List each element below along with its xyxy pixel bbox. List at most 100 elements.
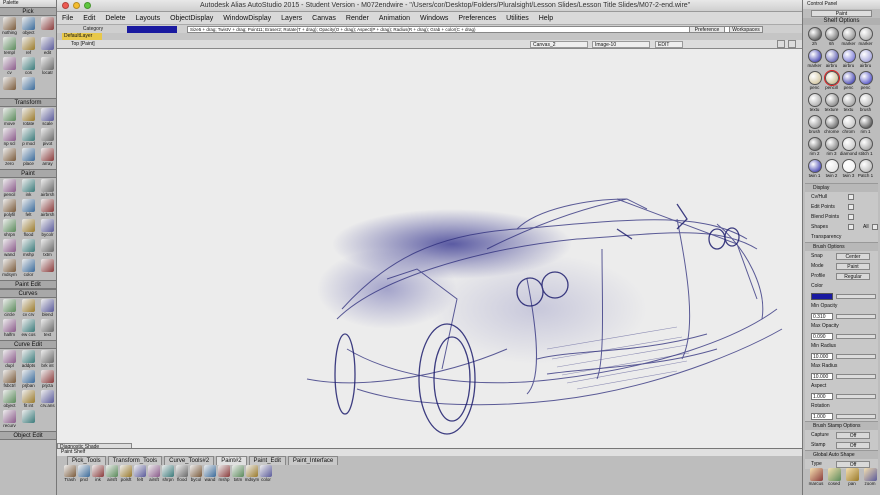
shelf-tool[interactable]: flood [175,465,189,482]
brush-preset[interactable]: rim 1 [857,115,874,137]
palette-tool[interactable]: polyfil [0,199,19,219]
menu-layouts[interactable]: Layouts [131,15,166,22]
brush-preset[interactable]: textu [840,93,857,115]
view-tool[interactable]: marcus [808,468,824,495]
brush-preset[interactable]: Patch 1 [857,159,874,181]
palette-tool[interactable]: ink [19,179,38,199]
menu-delete[interactable]: Delete [100,15,130,22]
shelf-tool[interactable]: airsft [105,465,119,482]
palette-tool[interactable] [0,77,19,97]
snap-select[interactable]: Center [836,252,870,260]
palette-tool[interactable]: ew cos [19,319,38,339]
shelf-tool[interactable]: txtm [231,465,245,482]
display-checkbox[interactable] [848,224,854,230]
menu-file[interactable]: File [57,15,78,22]
palette-tool[interactable] [19,410,38,430]
brush-preset[interactable]: penc [857,71,874,93]
shelf-tool[interactable]: airsft [147,465,161,482]
brush-preset[interactable]: 6h [823,27,840,49]
palette-tool[interactable]: color [19,259,38,279]
type-select[interactable]: Off [836,460,870,468]
brush-options-header[interactable]: Brush Options [805,243,878,251]
shelf-tool[interactable]: Trash [63,465,77,482]
menu-preferences[interactable]: Preferences [453,15,501,22]
color-swatch[interactable] [811,292,833,300]
brush-preset[interactable]: 2h [806,27,823,49]
palette-section-1[interactable]: Transform [0,98,56,107]
palette-tool[interactable]: cos [19,57,38,77]
shelf-tab[interactable]: Paint#2 [216,456,247,465]
shelf-tool[interactable]: pncl [77,465,91,482]
brush-preset[interactable]: rim 3 [823,137,840,159]
shelf-tab[interactable]: Paint_Edit [248,456,286,465]
palette-tool[interactable] [19,77,38,97]
palette-tool[interactable]: templ [0,37,19,57]
shelf-tab[interactable]: Pick_Tools [67,456,106,465]
brush-preset[interactable]: twin 1 [806,159,823,181]
brush-preset[interactable]: pencill [823,70,840,93]
palette-tool[interactable]: np scl [0,128,19,148]
palette-tool[interactable]: halfm [0,319,19,339]
palette-section-4[interactable]: Curves [0,289,56,298]
palette-tool[interactable]: recurv [0,410,19,430]
brush-preset[interactable]: airbru [823,49,840,71]
rotation-slider[interactable] [836,413,876,419]
view-tool[interactable]: cosed [826,468,842,495]
preference-sets-button[interactable]: Preference Sets [689,26,725,39]
brush-preset[interactable]: airbru [840,49,857,71]
palette-tool[interactable]: move [0,108,19,128]
menu-windows[interactable]: Windows [415,15,453,22]
global-shape-header[interactable]: Global Auto Shape [805,451,878,459]
display-header[interactable]: Display [805,184,878,192]
palette-tool[interactable]: brk int [38,350,57,370]
shelf-tool[interactable]: shrpn [161,465,175,482]
view-minimize-icon[interactable] [777,40,785,48]
brush-preset[interactable]: rim 2 [806,137,823,159]
canvas-name[interactable]: Canvas_2 [530,41,588,48]
shelf-tool[interactable]: mdsym [245,465,259,482]
category-select[interactable] [127,26,177,33]
stamp-select[interactable]: Off [836,441,870,449]
transparency-row[interactable]: Transparency [805,232,878,242]
shelf-tool[interactable]: felt [133,465,147,482]
shelf-tool[interactable]: mshp [217,465,231,482]
aspect-slider[interactable] [836,393,876,399]
max-opacity-slider[interactable] [836,333,876,339]
palette-tool[interactable]: mshp [19,239,38,259]
palette-section-5[interactable]: Curve Edit [0,340,56,349]
view-tool[interactable]: pan [844,468,860,495]
min-radius-slider[interactable] [836,353,876,359]
palette-tool[interactable]: object [19,17,38,37]
palette-tool[interactable]: circle [0,299,19,319]
view-tool[interactable]: zoom [862,468,878,495]
palette-tool[interactable]: pencil [0,179,19,199]
palette-tool[interactable]: prjban [19,370,38,390]
palette-tool[interactable]: object [0,390,19,410]
brush-preset[interactable]: twin 2 [823,159,840,181]
close-icon[interactable] [62,2,69,9]
palette-tool[interactable]: blend [38,299,57,319]
brush-preset[interactable]: penc [840,71,857,93]
max-radius-slider[interactable] [836,373,876,379]
palette-tool[interactable]: bycolr [38,219,57,239]
palette-tool[interactable]: crv.ans [38,390,57,410]
palette-section-3[interactable]: Paint Edit [0,280,56,289]
menu-render[interactable]: Render [341,15,374,22]
brush-preset[interactable]: penc [806,71,823,93]
palette-tool[interactable]: felt [19,199,38,219]
palette-tool[interactable]: airbrsh [38,199,57,219]
palette-tool[interactable]: zero [0,148,19,168]
shelf-tool[interactable]: ink [91,465,105,482]
shelf-tool[interactable]: bycol [189,465,203,482]
object-edit-section[interactable]: Object Edit [0,431,56,440]
brush-preset[interactable]: twin 3 [840,159,857,181]
min-opacity-slider[interactable] [836,313,876,319]
palette-tool[interactable]: nothing [0,17,19,37]
menu-objectdisplay[interactable]: ObjectDisplay [165,15,218,22]
brush-preset[interactable]: chrome [823,115,840,137]
aspect-field[interactable]: 1.000 [811,392,833,400]
view-maximize-icon[interactable] [788,40,796,48]
menu-edit[interactable]: Edit [78,15,100,22]
palette-tool[interactable]: fit int [19,390,38,410]
profile-select[interactable]: Regular [836,272,870,280]
